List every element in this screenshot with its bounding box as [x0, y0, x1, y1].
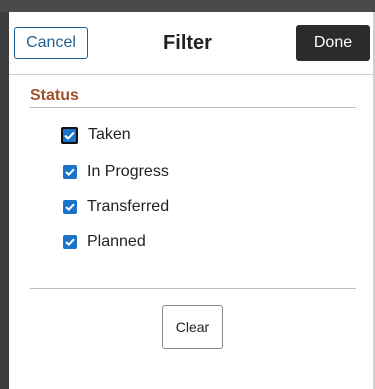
- status-option-label: Planned: [87, 233, 146, 250]
- clear-button[interactable]: Clear: [162, 305, 223, 349]
- checkbox-planned[interactable]: [63, 235, 77, 249]
- check-icon: [65, 168, 75, 176]
- status-option-planned[interactable]: Planned: [63, 231, 146, 253]
- cancel-button[interactable]: Cancel: [14, 27, 88, 59]
- checkbox-taken[interactable]: [61, 126, 78, 144]
- section-divider: [30, 107, 356, 108]
- status-option-label: Transferred: [87, 198, 170, 215]
- checkbox-in-progress[interactable]: [63, 165, 77, 179]
- top-strip: [0, 0, 375, 12]
- status-option-label: In Progress: [87, 163, 169, 180]
- done-button[interactable]: Done: [296, 25, 370, 61]
- status-option-transferred[interactable]: Transferred: [63, 196, 169, 218]
- status-option-in-progress[interactable]: In Progress: [63, 161, 169, 183]
- status-option-taken[interactable]: Taken: [61, 124, 131, 146]
- status-section-title: Status: [30, 87, 79, 104]
- checkbox-transferred[interactable]: [63, 200, 77, 214]
- left-edge: [0, 12, 9, 389]
- page-title: Filter: [163, 32, 212, 54]
- check-icon: [65, 203, 75, 211]
- check-icon: [64, 131, 75, 140]
- footer-divider: [30, 288, 356, 289]
- filter-panel: Cancel Filter Done Status Taken In Progr…: [0, 0, 375, 389]
- status-option-label: Taken: [88, 126, 131, 143]
- check-icon: [65, 238, 75, 246]
